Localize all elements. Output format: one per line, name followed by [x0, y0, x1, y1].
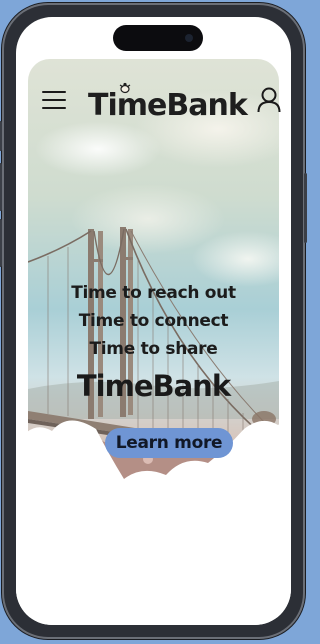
- hero-tagline: Time to reach out Time to connect Time t…: [28, 279, 279, 363]
- phone-side-button: [0, 163, 2, 211]
- phone-side-button: [304, 173, 307, 243]
- logo-text: TimeBank: [88, 88, 248, 123]
- phone-side-button: [0, 219, 2, 267]
- user-icon: [257, 87, 281, 113]
- tagline-line: Time to connect: [78, 311, 229, 331]
- user-account-button[interactable]: [256, 86, 282, 114]
- top-navigation-bar: TimeBank: [28, 59, 282, 123]
- hamburger-menu-button[interactable]: [42, 89, 68, 111]
- tagline-line: Time to reach out: [71, 283, 236, 303]
- menu-line: [42, 107, 66, 109]
- menu-line: [42, 99, 66, 101]
- phone-screen: TimeBank Time to reach out Time to conne…: [16, 17, 291, 625]
- hero-brand-title: TimeBank: [76, 369, 231, 403]
- tagline-line: Time to share: [89, 339, 218, 359]
- phone-side-button: [0, 121, 2, 151]
- learn-more-button[interactable]: Learn more: [105, 428, 233, 458]
- timebank-logo[interactable]: TimeBank: [88, 81, 248, 123]
- menu-line: [42, 91, 66, 93]
- phone-frame: TimeBank Time to reach out Time to conne…: [0, 3, 307, 639]
